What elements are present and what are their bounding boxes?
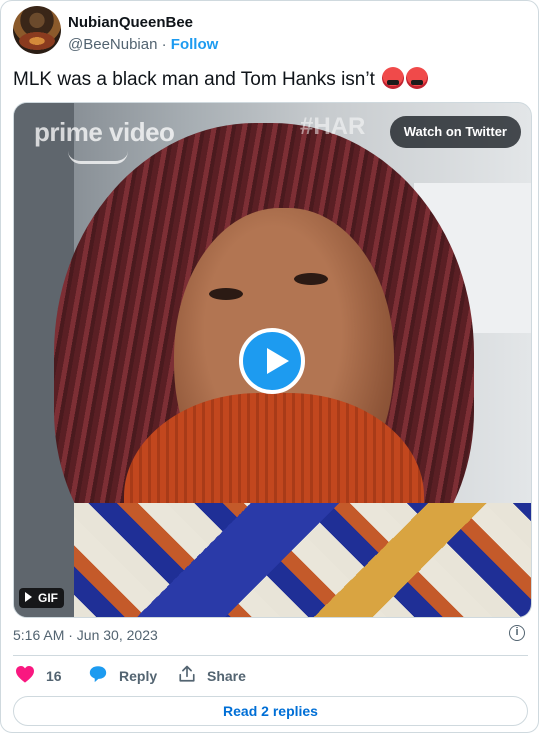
divider (13, 655, 528, 656)
gif-badge-label: GIF (38, 591, 58, 605)
avatar[interactable] (13, 6, 61, 54)
author-handle-row: @BeeNubian · Follow (68, 36, 218, 53)
play-icon[interactable] (239, 328, 305, 394)
separator-dot: · (161, 36, 167, 53)
info-icon[interactable]: i (509, 625, 525, 641)
media-eye-left (209, 288, 243, 300)
tweet-header: NubianQueenBee @BeeNubian · Follow (13, 6, 523, 56)
hashtag-watermark: #HAR (300, 113, 366, 140)
author-display-name[interactable]: NubianQueenBee (68, 14, 193, 31)
reply-label: Reply (119, 667, 158, 684)
follow-link[interactable]: Follow (171, 36, 219, 53)
face-with-symbols-emoji-icon (382, 67, 405, 89)
like-button[interactable]: 16 (15, 665, 62, 686)
tweet-text-content: MLK was a black man and Tom Hanks isn’t (13, 69, 375, 90)
reply-button[interactable]: Reply (88, 665, 157, 686)
gif-media[interactable]: prime video #HAR Watch on Twitter GIF (13, 102, 532, 618)
watch-on-twitter-button[interactable]: Watch on Twitter (389, 116, 521, 148)
reply-bubble-icon (88, 665, 108, 686)
author-handle[interactable]: @BeeNubian (68, 36, 157, 53)
media-eye-right (294, 273, 328, 285)
heart-icon (15, 665, 35, 686)
avatar-image-detail (19, 32, 55, 50)
read-replies-button[interactable]: Read 2 replies (13, 696, 528, 726)
tweet-timestamp[interactable]: 5:16 AM · Jun 30, 2023 (13, 627, 158, 643)
gif-badge: GIF (19, 588, 64, 608)
share-label: Share (207, 667, 246, 684)
tweet-card: NubianQueenBee @BeeNubian · Follow MLK w… (0, 0, 539, 733)
play-small-icon (25, 592, 32, 602)
media-coat (74, 503, 531, 617)
share-button[interactable]: Share (178, 665, 246, 686)
like-count: 16 (46, 667, 62, 684)
prime-video-watermark: prime video (34, 117, 175, 164)
prime-video-watermark-text: prime video (34, 117, 175, 147)
tweet-text: MLK was a black man and Tom Hanks isn’t (13, 67, 429, 91)
share-upload-icon (178, 665, 196, 686)
face-with-symbols-emoji-icon (406, 67, 429, 89)
prime-smile-icon (68, 151, 128, 164)
